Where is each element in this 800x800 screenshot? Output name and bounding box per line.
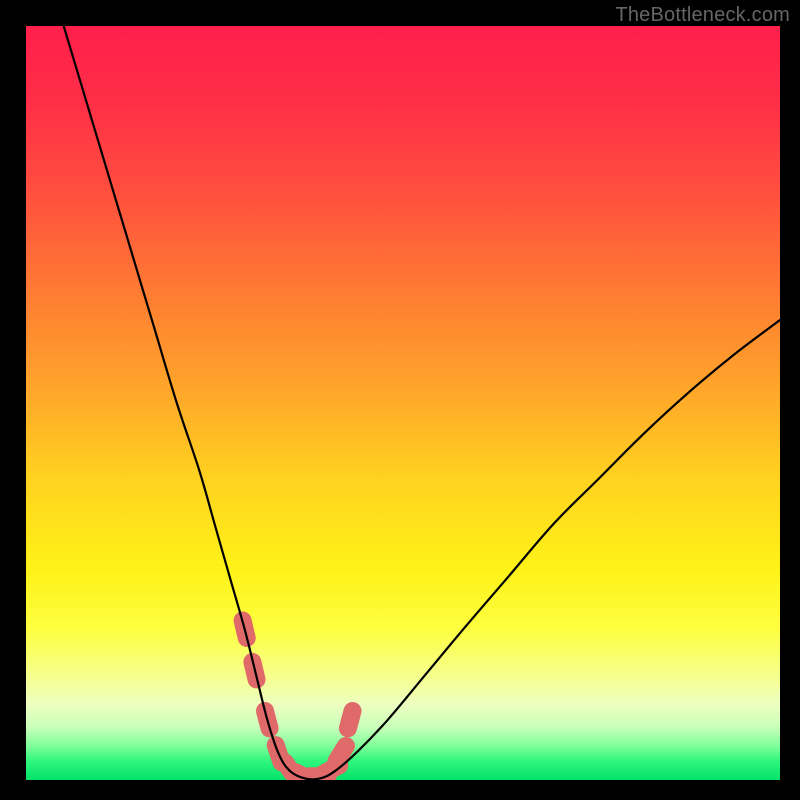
watermark-label: TheBottleneck.com bbox=[615, 4, 790, 27]
chart-frame: TheBottleneck.com bbox=[0, 0, 800, 800]
marker bbox=[348, 711, 353, 728]
marker bbox=[336, 746, 345, 761]
bottleneck-chart bbox=[26, 26, 780, 780]
gradient-background bbox=[26, 26, 780, 780]
